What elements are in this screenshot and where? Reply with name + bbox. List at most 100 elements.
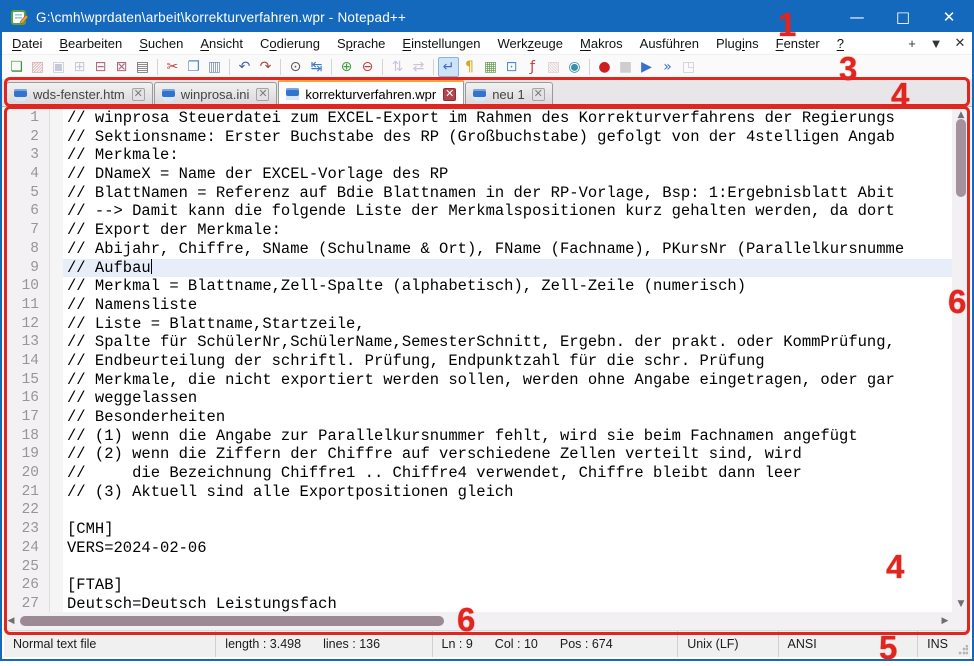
editor-line[interactable]: [FTAB] (63, 576, 952, 595)
scroll-left-icon[interactable]: ◀ (4, 613, 18, 629)
document-map-icon[interactable]: ▦ (480, 57, 501, 77)
redo-icon[interactable]: ↷ (255, 57, 276, 77)
close-document-button[interactable]: ✕ (948, 35, 972, 51)
editor-line[interactable]: // Sektionsname: Erster Buchstabe des RP… (63, 128, 952, 147)
resize-grip-icon[interactable] (958, 645, 968, 655)
title-bar[interactable]: G:\cmh\wprdaten\arbeit\korrekturverfahre… (2, 2, 972, 32)
show-all-characters-icon[interactable]: ¶ (459, 57, 480, 77)
vertical-scrollbar-thumb[interactable] (956, 119, 966, 197)
editor-line[interactable]: // BlattNamen = Referenz auf Bdie Blattn… (63, 184, 952, 203)
editor-line[interactable]: // --> Damit kann die folgende Liste der… (63, 202, 952, 221)
editor-line[interactable]: // Merkmale: (63, 146, 952, 165)
zoom-out-icon[interactable]: ⊖ (357, 57, 378, 77)
editor-line[interactable]: VERS=2024-02-06 (63, 539, 952, 558)
tab-close-icon[interactable]: ✕ (443, 88, 456, 101)
status-doc-size: length : 3.498lines : 136 (216, 631, 432, 657)
macro-run-multiple-icon[interactable]: » (657, 57, 678, 77)
editor-line[interactable]: // Aufbau (63, 259, 952, 278)
menu-item-ausfhren[interactable]: Ausführen (632, 34, 707, 53)
menu-item-bearbeiten[interactable]: Bearbeiten (51, 34, 130, 53)
editor-line[interactable]: // Besonderheiten (63, 408, 952, 427)
editor-line[interactable] (63, 558, 952, 577)
editor-line[interactable]: // Export der Merkmale: (63, 221, 952, 240)
folder-as-workspace-icon[interactable]: ▧ (543, 57, 564, 77)
menu-item-codierung[interactable]: Codierung (252, 34, 328, 53)
tab-neu-1[interactable]: neu 1✕ (465, 82, 553, 106)
menu-item-ansicht[interactable]: Ansicht (192, 34, 251, 53)
editor-line[interactable]: Deutsch=Deutsch Leistungsfach (63, 595, 952, 612)
tab-korrekturverfahren-wpr[interactable]: korrekturverfahren.wpr✕ (278, 79, 464, 106)
menu-item-datei[interactable]: Datei (4, 34, 50, 53)
menu-item-fenster[interactable]: Fenster (768, 34, 828, 53)
save-icon[interactable]: ▣ (48, 57, 69, 77)
scroll-right-icon[interactable]: ▶ (938, 613, 952, 629)
editor-line[interactable]: // Merkmale, die nicht exportiert werden… (63, 371, 952, 390)
open-file-icon[interactable]: ▨ (27, 57, 48, 77)
tab-close-icon[interactable]: ✕ (132, 88, 145, 101)
macro-play-icon[interactable]: ▶ (636, 57, 657, 77)
print-icon[interactable]: ▤ (132, 57, 153, 77)
word-wrap-icon[interactable]: ↵ (438, 57, 459, 77)
editor-line[interactable]: // DNameX = Name der EXCEL-Vorlage des R… (63, 165, 952, 184)
paste-icon[interactable]: ▥ (204, 57, 225, 77)
editor-line[interactable]: // die Bezeichnung Chiffre1 .. Chiffre4 … (63, 464, 952, 483)
editor-line[interactable]: // (1) wenn die Angabe zur Parallelkursn… (63, 427, 952, 446)
monitoring-icon[interactable]: ◉ (564, 57, 585, 77)
tab-list-dropdown-icon[interactable]: ▼ (924, 36, 948, 51)
horizontal-scrollbar-thumb[interactable] (20, 616, 444, 626)
close-all-icon[interactable]: ⊠ (111, 57, 132, 77)
editor-line[interactable] (63, 501, 952, 520)
editor-line[interactable]: [CMH] (63, 520, 952, 539)
tab-wds-fenster-htm[interactable]: wds-fenster.htm✕ (6, 82, 153, 106)
macro-save-icon[interactable]: ◳ (678, 57, 699, 77)
menu-item-makros[interactable]: Makros (572, 34, 631, 53)
editor-line[interactable]: // Spalte für SchülerNr,SchülerName,Seme… (63, 333, 952, 352)
minimize-button[interactable]: — (834, 2, 880, 32)
editor-area[interactable]: 1234567891011121314151617181920212223242… (4, 107, 970, 612)
zoom-in-icon[interactable]: ⊕ (336, 57, 357, 77)
menu-item-suchen[interactable]: Suchen (131, 34, 191, 53)
editor-line[interactable]: // (2) wenn die Ziffern der Chiffre auf … (63, 445, 952, 464)
macro-stop-icon[interactable]: ■ (615, 57, 636, 77)
horizontal-scrollbar[interactable]: ◀ ▶ (4, 612, 952, 630)
editor-line[interactable]: // weggelassen (63, 389, 952, 408)
menu-item-sprache[interactable]: Sprache (329, 34, 393, 53)
status-bar: Normal text filelength : 3.498lines : 13… (4, 630, 970, 657)
menu-item-werkzeuge[interactable]: Werkzeuge (489, 34, 571, 53)
macro-record-icon[interactable]: ● (594, 57, 615, 77)
copy-icon[interactable]: ❐ (183, 57, 204, 77)
scroll-down-icon[interactable]: ▼ (958, 596, 965, 612)
tab-winprosa-ini[interactable]: winprosa.ini✕ (154, 82, 278, 106)
editor-line[interactable]: // Namensliste (63, 296, 952, 315)
sync-horizontal-icon[interactable]: ⇄ (408, 57, 429, 77)
tab-close-icon[interactable]: ✕ (532, 88, 545, 101)
bookmark-margin[interactable] (50, 107, 63, 612)
new-file-icon[interactable]: ❏ (6, 57, 27, 77)
close-file-icon[interactable]: ⊟ (90, 57, 111, 77)
function-list-icon[interactable]: ƒ (522, 57, 543, 77)
editor-line[interactable]: // Abijahr, Chiffre, SName (Schulname & … (63, 240, 952, 259)
toolbar-separator (229, 59, 230, 75)
status-doc-size-value: lines : 136 (323, 637, 380, 651)
close-button[interactable]: ✕ (926, 2, 972, 32)
sync-vertical-icon[interactable]: ⇅ (387, 57, 408, 77)
menu-item-?[interactable]: ? (829, 34, 852, 53)
menu-item-plugins[interactable]: Plugins (708, 34, 767, 53)
editor-line[interactable]: // Merkmal = Blattname,Zell-Spalte (alph… (63, 277, 952, 296)
tab-close-icon[interactable]: ✕ (256, 88, 269, 101)
text-area[interactable]: // winprosa Steuerdatei zum EXCEL-Export… (63, 107, 952, 612)
document-switcher-icon[interactable]: ⊡ (501, 57, 522, 77)
cut-icon[interactable]: ✂ (162, 57, 183, 77)
replace-icon[interactable]: ↹ (306, 57, 327, 77)
editor-line[interactable]: // winprosa Steuerdatei zum EXCEL-Export… (63, 109, 952, 128)
new-tab-button[interactable]: + (900, 36, 924, 51)
menu-item-einstellungen[interactable]: Einstellungen (394, 34, 488, 53)
editor-line[interactable]: // Endbeurteilung der schriftl. Prüfung,… (63, 352, 952, 371)
vertical-scrollbar[interactable]: ▲ ▼ (952, 107, 970, 612)
editor-line[interactable]: // (3) Aktuell sind alle Exportpositione… (63, 483, 952, 502)
save-all-icon[interactable]: ⊞ (69, 57, 90, 77)
undo-icon[interactable]: ↶ (234, 57, 255, 77)
editor-line[interactable]: // Liste = Blattname,Startzeile, (63, 315, 952, 334)
maximize-button[interactable]: □ (880, 2, 926, 32)
find-icon[interactable]: ⊙ (285, 57, 306, 77)
